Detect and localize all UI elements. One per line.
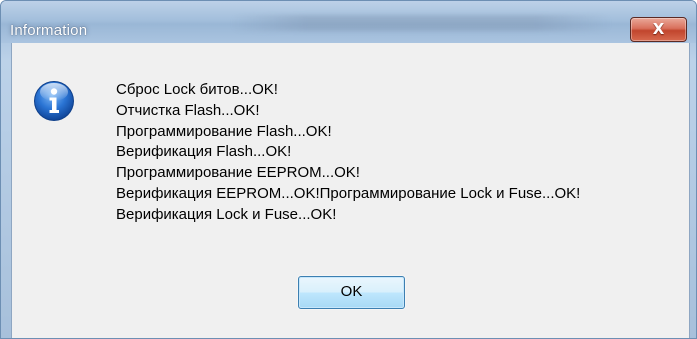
status-message-list: Сброс Lock битов...OK! Отчистка Flash...…: [116, 80, 580, 226]
info-icon: [34, 81, 74, 121]
close-button[interactable]: X: [630, 17, 687, 42]
information-dialog-window: Information X Сброс Lock битов...OK! Отч…: [0, 0, 697, 339]
blurred-background-title: [231, 15, 611, 31]
dialog-body: Сброс Lock битов...OK! Отчистка Flash...…: [11, 43, 690, 338]
message-line: Верификация EEPROM...OK!Программирование…: [116, 184, 581, 202]
close-icon: X: [652, 20, 665, 38]
message-line: Верификация Lock и Fuse...OK!: [116, 205, 337, 223]
message-line: Верификация Flash...OK!: [116, 143, 292, 161]
window-title: Information: [10, 22, 88, 39]
ok-button[interactable]: OK: [298, 276, 405, 309]
message-line: Сброс Lock битов...OK!: [116, 81, 278, 98]
message-line: Программирование EEPROM...OK!: [116, 164, 360, 182]
title-bar[interactable]: Information X: [1, 1, 696, 43]
message-line: Отчистка Flash...OK!: [116, 101, 260, 119]
message-line: Программирование Flash...OK!: [116, 122, 332, 140]
